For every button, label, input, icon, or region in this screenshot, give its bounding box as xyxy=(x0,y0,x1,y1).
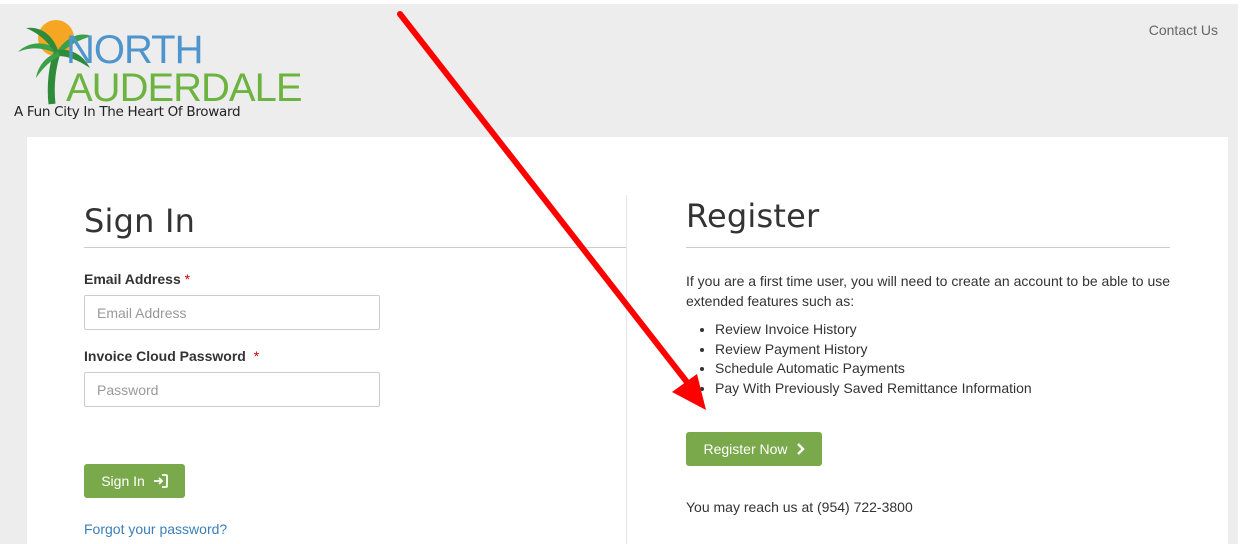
signin-title: Sign In xyxy=(84,202,196,240)
email-label: Email Address * xyxy=(84,271,190,287)
email-required-mark: * xyxy=(184,271,191,287)
logo-tagline: A Fun City In The Heart Of Broward xyxy=(14,104,241,120)
right-strip xyxy=(1238,0,1250,544)
forgot-password-link[interactable]: Forgot your password? xyxy=(84,521,227,537)
login-card: Sign In Email Address * Invoice Cloud Pa… xyxy=(27,137,1228,544)
email-input[interactable] xyxy=(84,295,380,330)
contact-phone-text: You may reach us at (954) 722-3800 xyxy=(686,499,913,515)
register-title: Register xyxy=(686,197,820,235)
register-title-rule xyxy=(686,247,1170,248)
feature-item: Pay With Previously Saved Remittance Inf… xyxy=(715,379,1032,399)
chevron-right-icon xyxy=(796,443,805,455)
signin-button-label: Sign In xyxy=(101,473,145,489)
password-label: Invoice Cloud Password * xyxy=(84,348,259,364)
page-header: NORTH AUDERDALE A Fun City In The Heart … xyxy=(0,4,1238,136)
register-now-button[interactable]: Register Now xyxy=(686,432,822,466)
signin-button[interactable]: Sign In xyxy=(84,464,185,498)
sign-in-icon xyxy=(153,474,168,488)
logo-text-lauderdale: AUDERDALE xyxy=(66,66,303,110)
feature-item: Review Invoice History xyxy=(715,320,1032,340)
password-label-text: Invoice Cloud Password xyxy=(84,348,246,364)
logo-text-north: NORTH xyxy=(66,28,203,72)
password-required-mark: * xyxy=(253,348,260,364)
feature-item: Schedule Automatic Payments xyxy=(715,359,1032,379)
feature-item: Review Payment History xyxy=(715,340,1032,360)
register-intro: If you are a first time user, you will n… xyxy=(686,273,1171,309)
register-button-label: Register Now xyxy=(703,441,788,457)
signin-title-rule xyxy=(84,247,626,248)
city-logo[interactable]: NORTH AUDERDALE A Fun City In The Heart … xyxy=(14,16,303,122)
contact-us-link[interactable]: Contact Us xyxy=(1149,22,1218,38)
column-divider xyxy=(626,195,627,544)
email-label-text: Email Address xyxy=(84,271,181,287)
password-input[interactable] xyxy=(84,372,380,407)
feature-list: Review Invoice History Review Payment Hi… xyxy=(693,320,1032,398)
